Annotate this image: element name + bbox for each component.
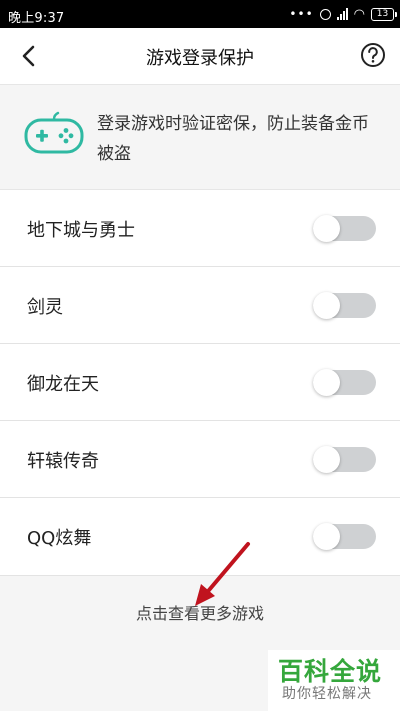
- game-name: QQ炫舞: [27, 528, 92, 549]
- toggle-knob: [313, 292, 340, 319]
- game-toggle-dnf[interactable]: [313, 215, 376, 242]
- help-icon[interactable]: [360, 42, 386, 68]
- header: 游戏登录保护: [0, 28, 400, 85]
- info-card: 登录游戏时验证密保，防止装备金币被盗: [0, 85, 400, 190]
- more-games-link[interactable]: 点击查看更多游戏: [0, 600, 400, 624]
- status-icons: ••• ◠ 13: [289, 5, 397, 23]
- game-name: 地下城与勇士: [27, 220, 135, 241]
- wifi-icon: ◠: [353, 6, 365, 22]
- status-bar: 晚上9:37 ••• ◠ 13: [0, 0, 400, 28]
- battery-level: 13: [376, 8, 389, 19]
- watermark-logo: 百科全说 助你轻松解决: [268, 650, 400, 711]
- page-title: 游戏登录保护: [146, 48, 254, 69]
- dots-icon: •••: [289, 7, 314, 21]
- alarm-icon: [319, 8, 331, 20]
- battery-icon: 13: [371, 7, 397, 21]
- game-toggle-xuanyuan[interactable]: [313, 446, 376, 473]
- game-toggle-qqx5[interactable]: [313, 523, 376, 550]
- info-description: 登录游戏时验证密保，防止装备金币被盗: [97, 114, 369, 164]
- game-toggle-yulongzaitian[interactable]: [313, 369, 376, 396]
- game-name: 御龙在天: [27, 374, 99, 395]
- game-row-yulongzaitian: 御龙在天: [0, 344, 400, 421]
- toggle-knob: [313, 215, 340, 242]
- status-time: 晚上9:37: [8, 11, 65, 26]
- watermark-subtitle: 助你轻松解决: [282, 686, 372, 702]
- toggle-knob: [313, 369, 340, 396]
- game-name: 剑灵: [27, 297, 63, 318]
- gamepad-icon: [24, 111, 84, 154]
- game-row-jianling: 剑灵: [0, 267, 400, 344]
- game-row-xuanyuan: 轩辕传奇: [0, 421, 400, 498]
- toggle-knob: [313, 446, 340, 473]
- game-list: 地下城与勇士 剑灵 御龙在天 轩辕传奇 QQ炫舞: [0, 190, 400, 576]
- game-toggle-jianling[interactable]: [313, 292, 376, 319]
- signal-icon: [336, 8, 348, 20]
- game-row-dnf: 地下城与勇士: [0, 190, 400, 267]
- game-name: 轩辕传奇: [27, 451, 99, 472]
- toggle-knob: [313, 523, 340, 550]
